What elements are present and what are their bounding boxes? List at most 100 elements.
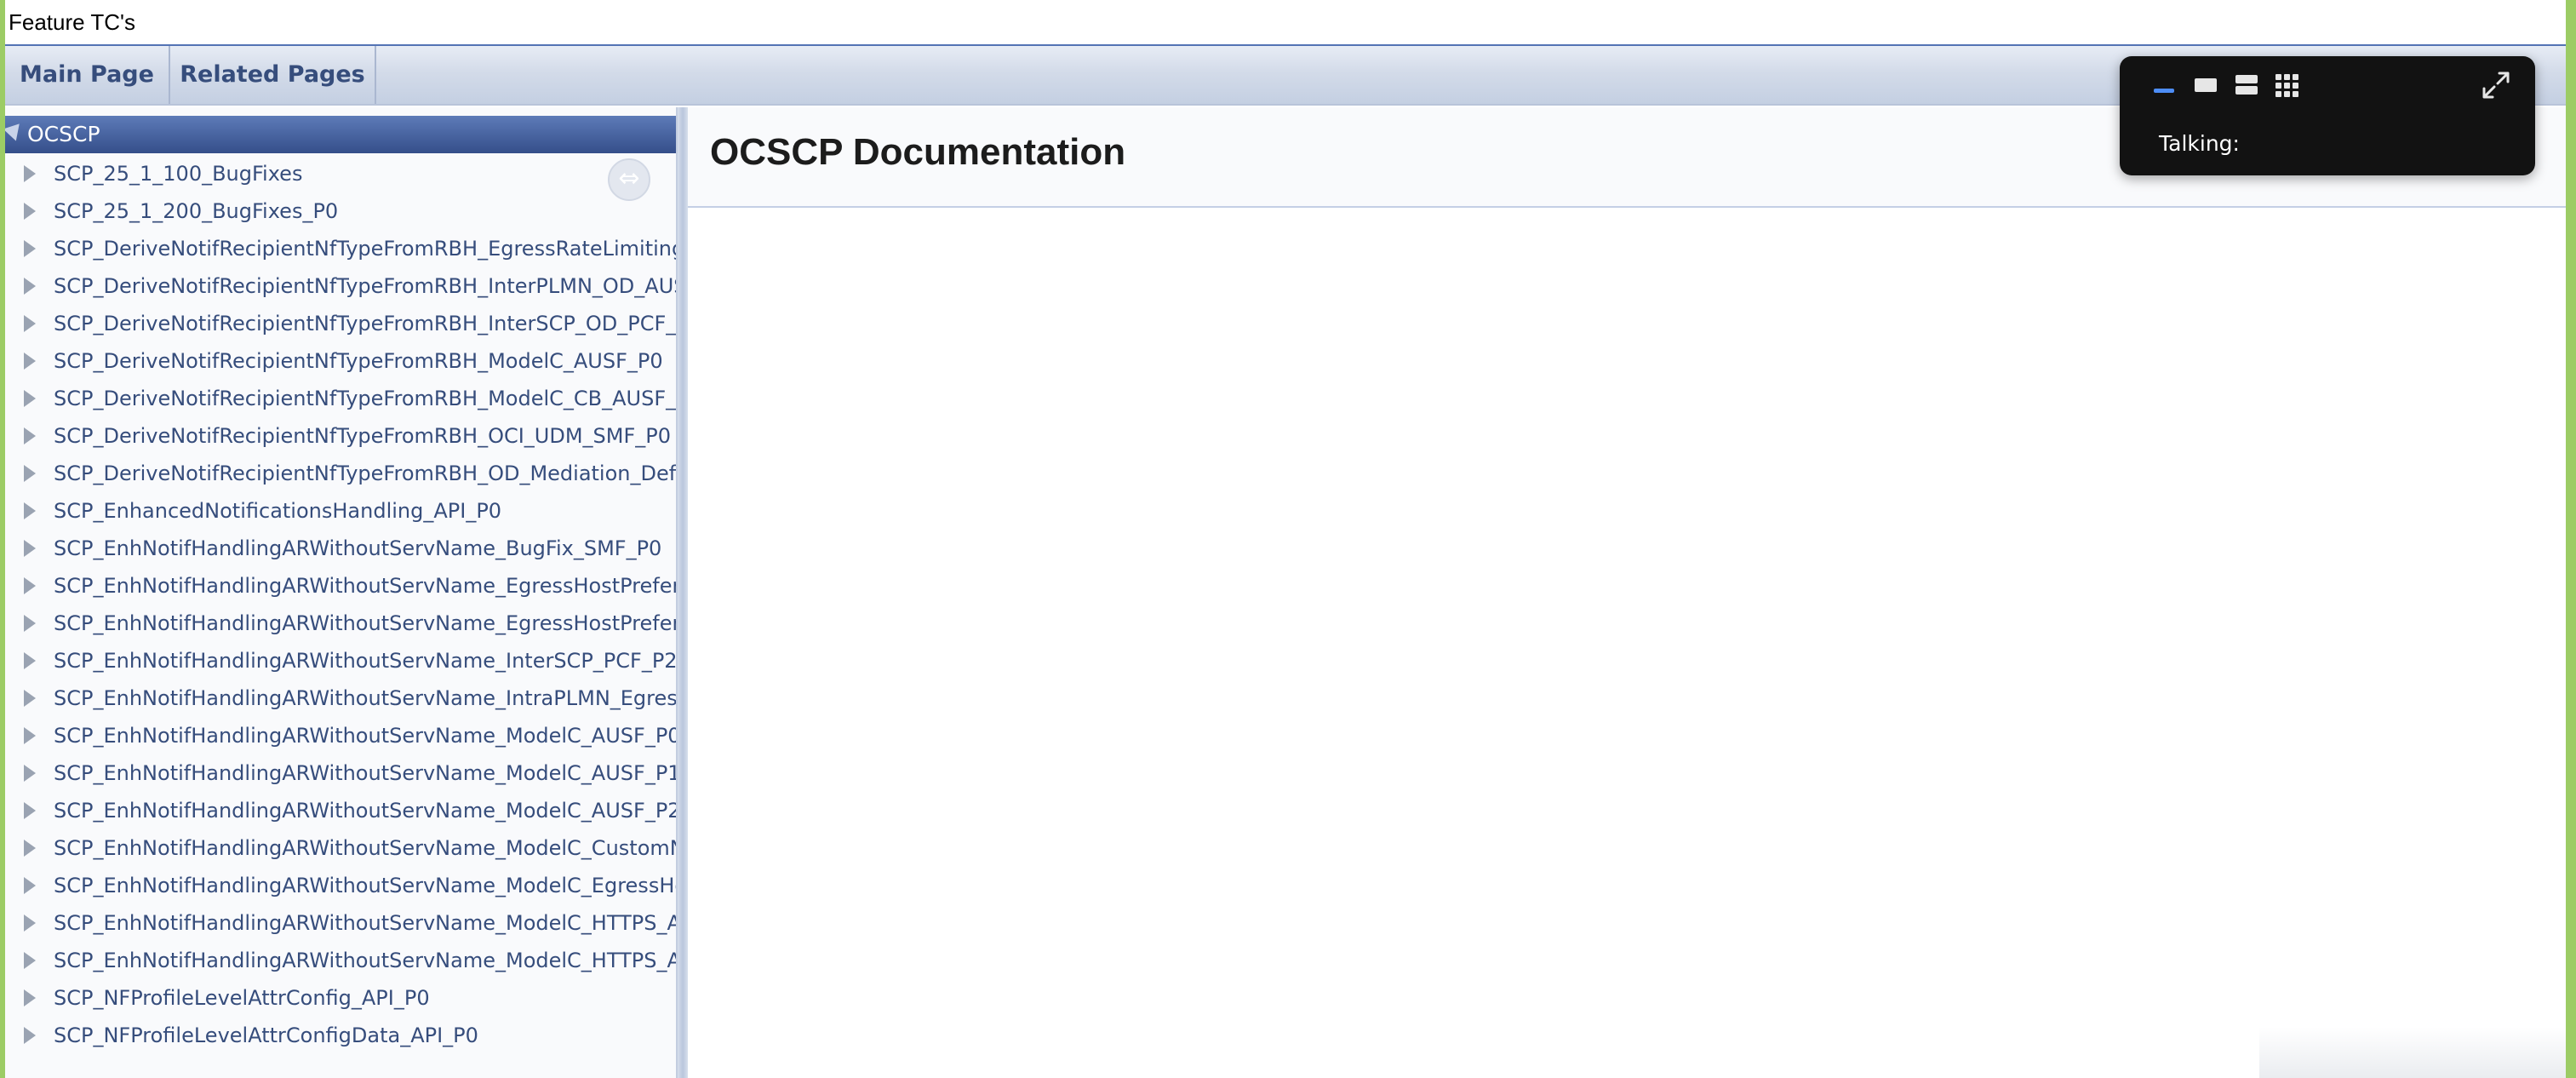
grid-view-icon[interactable] bbox=[2273, 70, 2304, 99]
tree-item-label[interactable]: SCP_EnhNotifHandlingARWithoutServName_Mo… bbox=[54, 911, 676, 935]
collapsed-arrow-icon[interactable] bbox=[24, 465, 36, 482]
tree-item-label[interactable]: SCP_25_1_100_BugFixes bbox=[54, 162, 302, 186]
sync-with-tree-icon[interactable]: ⇔ bbox=[608, 158, 650, 201]
tree-item-label[interactable]: SCP_DeriveNotifRecipientNfTypeFromRBH_OD… bbox=[54, 462, 676, 485]
tree-item-label[interactable]: SCP_25_1_200_BugFixes_P0 bbox=[54, 199, 338, 223]
expand-icon[interactable] bbox=[2479, 68, 2513, 102]
collapsed-arrow-icon[interactable] bbox=[24, 1027, 36, 1044]
expanded-arrow-icon[interactable] bbox=[5, 123, 25, 144]
tree-item-label[interactable]: SCP_EnhNotifHandlingARWithoutServName_Mo… bbox=[54, 949, 676, 972]
tree-item[interactable]: SCP_DeriveNotifRecipientNfTypeFromRBH_OD… bbox=[5, 455, 676, 492]
collapsed-arrow-icon[interactable] bbox=[24, 989, 36, 1006]
tree-item-label[interactable]: SCP_NFProfileLevelAttrConfig_API_P0 bbox=[54, 986, 430, 1010]
collapsed-arrow-icon[interactable] bbox=[24, 615, 36, 632]
collapsed-arrow-icon[interactable] bbox=[24, 802, 36, 819]
tree-item[interactable]: SCP_EnhNotifHandlingARWithoutServName_Bu… bbox=[5, 530, 676, 567]
tree-item-label[interactable]: SCP_DeriveNotifRecipientNfTypeFromRBH_Eg… bbox=[54, 237, 676, 261]
split-view-icon[interactable] bbox=[2232, 70, 2263, 99]
tree-item[interactable]: SCP_DeriveNotifRecipientNfTypeFromRBH_In… bbox=[5, 305, 676, 342]
collapsed-arrow-icon[interactable] bbox=[24, 690, 36, 707]
project-name: Feature TC's bbox=[9, 9, 135, 35]
grid-dot bbox=[2284, 83, 2290, 89]
tree-item-label[interactable]: SCP_EnhNotifHandlingARWithoutServName_Mo… bbox=[54, 836, 676, 860]
window-right-border bbox=[2566, 0, 2576, 1078]
tree-item[interactable]: SCP_DeriveNotifRecipientNfTypeFromRBH_In… bbox=[5, 267, 676, 305]
page-title: OCSCP Documentation bbox=[710, 131, 1126, 173]
minimize-view-icon[interactable] bbox=[2150, 70, 2181, 99]
collapsed-arrow-icon[interactable] bbox=[24, 427, 36, 444]
tree-item[interactable]: SCP_EnhNotifHandlingARWithoutServName_Mo… bbox=[5, 867, 676, 904]
tree-item-label[interactable]: SCP_EnhNotifHandlingARWithoutServName_In… bbox=[54, 686, 676, 710]
main-content: OCSCP Documentation bbox=[688, 107, 2566, 1078]
tree-item-label[interactable]: SCP_EnhNotifHandlingARWithoutServName_Eg… bbox=[54, 611, 676, 635]
content-shadow bbox=[2259, 1027, 2566, 1078]
grid-dot bbox=[2293, 83, 2298, 89]
tree-item-label[interactable]: SCP_EnhNotifHandlingARWithoutServName_Mo… bbox=[54, 799, 676, 823]
tree-item[interactable]: SCP_DeriveNotifRecipientNfTypeFromRBH_Eg… bbox=[5, 230, 676, 267]
collapsed-arrow-icon[interactable] bbox=[24, 540, 36, 557]
single-view-icon[interactable] bbox=[2191, 70, 2222, 99]
nav-tree-sidebar[interactable]: OCSCP SCP_25_1_100_BugFixes SCP_25_1_200… bbox=[5, 107, 678, 1078]
tree-item-label[interactable]: SCP_EnhNotifHandlingARWithoutServName_Mo… bbox=[54, 761, 676, 785]
collapsed-arrow-icon[interactable] bbox=[24, 315, 36, 332]
collapsed-arrow-icon[interactable] bbox=[24, 877, 36, 894]
tree-item[interactable]: SCP_DeriveNotifRecipientNfTypeFromRBH_Mo… bbox=[5, 380, 676, 417]
collapsed-arrow-icon[interactable] bbox=[24, 240, 36, 257]
tree-item[interactable]: SCP_EnhNotifHandlingARWithoutServName_Mo… bbox=[5, 792, 676, 829]
tree-item-label[interactable]: SCP_DeriveNotifRecipientNfTypeFromRBH_Mo… bbox=[54, 387, 676, 410]
tree-item[interactable]: SCP_DeriveNotifRecipientNfTypeFromRBH_OC… bbox=[5, 417, 676, 455]
collapsed-arrow-icon[interactable] bbox=[24, 727, 36, 744]
collapsed-arrow-icon[interactable] bbox=[24, 203, 36, 220]
collapsed-arrow-icon[interactable] bbox=[24, 353, 36, 370]
tree-item[interactable]: SCP_NFProfileLevelAttrConfigData_API_P0 bbox=[5, 1017, 676, 1054]
tree-item-label[interactable]: SCP_EnhNotifHandlingARWithoutServName_Mo… bbox=[54, 724, 676, 748]
grid-dot bbox=[2275, 74, 2281, 80]
collapsed-arrow-icon[interactable] bbox=[24, 577, 36, 594]
tree-item[interactable]: SCP_NFProfileLevelAttrConfig_API_P0 bbox=[5, 979, 676, 1017]
collapsed-arrow-icon[interactable] bbox=[24, 765, 36, 782]
tree-item-label[interactable]: SCP_EnhancedNotificationsHandling_API_P0 bbox=[54, 499, 501, 523]
collapsed-arrow-icon[interactable] bbox=[24, 952, 36, 969]
tree-item-label[interactable]: SCP_DeriveNotifRecipientNfTypeFromRBH_OC… bbox=[54, 424, 671, 448]
sidebar-resize-handle[interactable] bbox=[678, 107, 688, 1078]
tree-item-label[interactable]: SCP_DeriveNotifRecipientNfTypeFromRBH_In… bbox=[54, 274, 676, 298]
minimize-bar bbox=[2154, 89, 2174, 93]
tree-item-label[interactable]: SCP_DeriveNotifRecipientNfTypeFromRBH_In… bbox=[54, 312, 676, 335]
grid-dot bbox=[2275, 91, 2281, 97]
tab-related-pages[interactable]: Related Pages bbox=[170, 46, 376, 104]
tree-item[interactable]: SCP_EnhNotifHandlingARWithoutServName_Eg… bbox=[5, 567, 676, 605]
tree-item[interactable]: SCP_DeriveNotifRecipientNfTypeFromRBH_Mo… bbox=[5, 342, 676, 380]
tree-item[interactable]: SCP_EnhNotifHandlingARWithoutServName_In… bbox=[5, 679, 676, 717]
tree-item[interactable]: SCP_EnhNotifHandlingARWithoutServName_Mo… bbox=[5, 754, 676, 792]
collapsed-arrow-icon[interactable] bbox=[24, 390, 36, 407]
tree-item[interactable]: SCP_25_1_100_BugFixes bbox=[5, 155, 676, 192]
tree-item[interactable]: SCP_EnhNotifHandlingARWithoutServName_Mo… bbox=[5, 829, 676, 867]
collapsed-arrow-icon[interactable] bbox=[24, 165, 36, 182]
tree-item[interactable]: SCP_EnhNotifHandlingARWithoutServName_In… bbox=[5, 642, 676, 679]
tree-item[interactable]: SCP_25_1_200_BugFixes_P0 bbox=[5, 192, 676, 230]
tree-item[interactable]: SCP_EnhancedNotificationsHandling_API_P0 bbox=[5, 492, 676, 530]
tree-item-label[interactable]: SCP_EnhNotifHandlingARWithoutServName_Eg… bbox=[54, 574, 676, 598]
tree-item-label[interactable]: SCP_DeriveNotifRecipientNfTypeFromRBH_Mo… bbox=[54, 349, 663, 373]
collapsed-arrow-icon[interactable] bbox=[24, 840, 36, 857]
tree-root-ocscp[interactable]: OCSCP bbox=[5, 116, 676, 153]
grid-dot bbox=[2284, 91, 2290, 97]
talking-label: Talking: bbox=[2159, 131, 2240, 156]
tree-item-label[interactable]: SCP_EnhNotifHandlingARWithoutServName_Mo… bbox=[54, 874, 676, 897]
expand-icon-svg bbox=[2482, 72, 2510, 99]
meeting-widget: Talking: bbox=[2120, 56, 2535, 175]
tab-main-page[interactable]: Main Page bbox=[5, 46, 170, 104]
tree-item[interactable]: SCP_EnhNotifHandlingARWithoutServName_Mo… bbox=[5, 942, 676, 979]
tree-item[interactable]: SCP_EnhNotifHandlingARWithoutServName_Mo… bbox=[5, 717, 676, 754]
collapsed-arrow-icon[interactable] bbox=[24, 278, 36, 295]
tree-root-label: OCSCP bbox=[27, 122, 100, 146]
collapsed-arrow-icon[interactable] bbox=[24, 915, 36, 932]
tree-item[interactable]: SCP_EnhNotifHandlingARWithoutServName_Mo… bbox=[5, 904, 676, 942]
tree-item-label[interactable]: SCP_NFProfileLevelAttrConfigData_API_P0 bbox=[54, 1024, 478, 1047]
project-header: Feature TC's bbox=[5, 0, 2566, 46]
tree-item-label[interactable]: SCP_EnhNotifHandlingARWithoutServName_In… bbox=[54, 649, 676, 673]
collapsed-arrow-icon[interactable] bbox=[24, 502, 36, 519]
tree-item[interactable]: SCP_EnhNotifHandlingARWithoutServName_Eg… bbox=[5, 605, 676, 642]
tree-item-label[interactable]: SCP_EnhNotifHandlingARWithoutServName_Bu… bbox=[54, 536, 661, 560]
collapsed-arrow-icon[interactable] bbox=[24, 652, 36, 669]
